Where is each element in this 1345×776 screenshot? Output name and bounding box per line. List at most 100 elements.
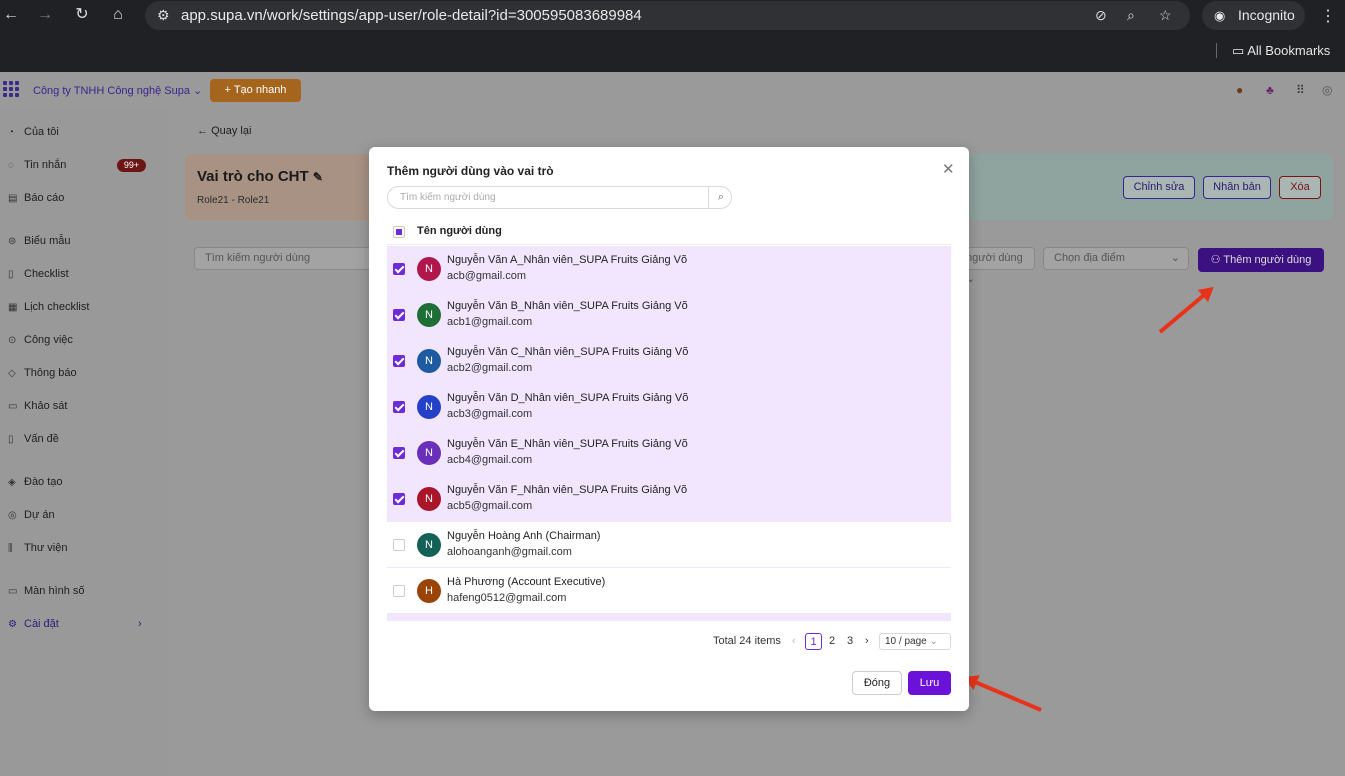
- avatar: N: [417, 441, 441, 465]
- close-icon[interactable]: ✕: [942, 160, 955, 178]
- monitor-icon: ▭: [8, 585, 18, 597]
- search-input[interactable]: Tìm kiếm người dùng: [194, 247, 374, 270]
- sidebar-item-label: Dự án: [24, 509, 55, 521]
- row-checkbox[interactable]: [393, 401, 405, 413]
- list-item[interactable]: N Nguyễn Văn B_Nhân viên_SUPA Fruits Giả…: [387, 292, 951, 338]
- back-link[interactable]: ← Quay lại: [197, 125, 251, 137]
- incognito-badge[interactable]: ◉ Incognito: [1202, 1, 1305, 30]
- eye-off-icon[interactable]: ⊘: [1095, 7, 1107, 24]
- prev-page-icon[interactable]: ‹: [792, 633, 796, 650]
- page-size-select[interactable]: 10 / page ⌄: [879, 633, 951, 650]
- orb-icon[interactable]: ●: [1236, 83, 1243, 97]
- edit-pencil-icon[interactable]: ✎: [313, 170, 323, 184]
- row-checkbox[interactable]: [393, 493, 405, 505]
- survey-icon: ▭: [8, 400, 18, 412]
- sidebar-item-settings[interactable]: ⚙ Cài đặt ›: [8, 614, 158, 634]
- edit-button[interactable]: Chỉnh sửa: [1123, 176, 1195, 199]
- sidebar-item-checklist[interactable]: ▯ Checklist: [8, 264, 69, 284]
- quick-create-button[interactable]: + Tạo nhanh: [210, 79, 301, 102]
- sidebar-item-projects[interactable]: ◎ Dự án: [8, 505, 55, 525]
- row-checkbox[interactable]: [393, 309, 405, 321]
- browser-menu-icon[interactable]: ⋮: [1320, 6, 1336, 26]
- company-selector[interactable]: Công ty TNHH Công nghệ Supa ⌄: [33, 84, 202, 97]
- incognito-label: Incognito: [1238, 7, 1295, 23]
- list-item[interactable]: N Nguyễn Văn A_Nhân viên_SUPA Fruits Giả…: [387, 246, 951, 292]
- modal-search-input[interactable]: Tìm kiếm người dùng ⌕: [387, 186, 732, 209]
- page-3[interactable]: 3: [847, 633, 853, 650]
- list-item[interactable]: [387, 614, 951, 621]
- sidebar-item-label: Thông báo: [24, 367, 77, 379]
- sidebar-item-issues[interactable]: ▯ Vấn đề: [8, 429, 59, 449]
- list-item[interactable]: N Nguyễn Văn C_Nhân viên_SUPA Fruits Giả…: [387, 338, 951, 384]
- save-button[interactable]: Lưu: [908, 671, 951, 695]
- location-label: Chọn địa điểm: [1054, 252, 1125, 264]
- close-button[interactable]: Đóng: [852, 671, 902, 695]
- select-all-checkbox[interactable]: [393, 226, 405, 238]
- search-icon[interactable]: ⌕: [708, 186, 733, 209]
- pagination: Total 24 items ‹ 1 2 3 › 10 / page ⌄: [713, 633, 953, 651]
- sidebar-item-training[interactable]: ◈ Đào tạo: [8, 472, 63, 492]
- plus-icon: +: [224, 84, 234, 96]
- bookmarks-divider: [1216, 43, 1217, 58]
- sidebar-item-tasks[interactable]: ⊙ Công việc: [8, 330, 73, 350]
- all-bookmarks[interactable]: ▭ All Bookmarks: [1232, 43, 1330, 59]
- user-email: acb5@gmail.com: [447, 500, 533, 512]
- quick-create-label: Tạo nhanh: [233, 84, 287, 96]
- site-info-icon[interactable]: ⚙: [157, 7, 170, 24]
- zoom-icon[interactable]: ⌕: [1127, 7, 1135, 24]
- reload-icon[interactable]: ↻: [71, 4, 93, 26]
- sidebar-item-surveys[interactable]: ▭ Khảo sát: [8, 396, 67, 416]
- sidebar-item-forms[interactable]: ⊜ Biểu mẫu: [8, 231, 70, 251]
- apps-logo-icon[interactable]: [3, 81, 21, 99]
- role-subtitle: Role21 - Role21: [197, 195, 270, 206]
- list-item[interactable]: N Nguyễn Văn F_Nhân viên_SUPA Fruits Giả…: [387, 476, 951, 522]
- forward-icon[interactable]: →: [34, 4, 56, 26]
- page-2[interactable]: 2: [829, 633, 835, 650]
- user-name: Nguyễn Văn B_Nhân viên_SUPA Fruits Giảng…: [447, 300, 688, 312]
- duplicate-button[interactable]: Nhân bản: [1203, 176, 1271, 199]
- checklist-icon: ▯: [8, 268, 14, 280]
- user-name: Nguyễn Văn F_Nhân viên_SUPA Fruits Giảng…: [447, 484, 688, 496]
- list-item[interactable]: N Nguyễn Văn E_Nhân viên_SUPA Fruits Giả…: [387, 430, 951, 476]
- avatar[interactable]: ◎: [1322, 83, 1332, 97]
- sidebar: ◔ Của tôi ◌ Tin nhắn 99+ ▤ Báo cáo ⊜ Biểu mẫ…: [0, 108, 167, 776]
- company-name: Công ty TNHH Công nghệ Supa: [33, 85, 190, 97]
- user-name: Nguyễn Hoàng Anh (Chairman): [447, 530, 601, 542]
- address-bar[interactable]: ⚙ app.supa.vn/work/settings/app-user/rol…: [145, 1, 1190, 30]
- sidebar-item-digital-screen[interactable]: ▭ Màn hình số: [8, 581, 85, 601]
- row-checkbox[interactable]: [393, 447, 405, 459]
- url-text[interactable]: app.supa.vn/work/settings/app-user/role-…: [181, 7, 642, 24]
- team-icon[interactable]: ♣: [1266, 83, 1274, 97]
- sidebar-item-notifications[interactable]: ◇ Thông báo: [8, 363, 77, 383]
- star-icon[interactable]: ☆: [1159, 7, 1172, 24]
- row-checkbox[interactable]: [393, 539, 405, 551]
- home-icon[interactable]: ⌂: [107, 4, 129, 26]
- add-user-label: Thêm người dùng: [1223, 254, 1312, 266]
- row-checkbox[interactable]: [393, 585, 405, 597]
- sidebar-item-label: Khảo sát: [24, 400, 68, 412]
- incognito-icon: ◉: [1214, 8, 1226, 23]
- sidebar-item-messages[interactable]: ◌ Tin nhắn: [8, 155, 66, 175]
- sidebar-item-checklist-calendar[interactable]: ▦ Lịch checklist: [8, 297, 89, 317]
- add-user-button[interactable]: ⚇ Thêm người dùng: [1198, 248, 1324, 272]
- grid-icon[interactable]: ⠿: [1296, 83, 1305, 97]
- list-item[interactable]: N Nguyễn Hoàng Anh (Chairman) alohoangan…: [387, 522, 951, 568]
- list-item[interactable]: N Nguyễn Văn D_Nhân viên_SUPA Fruits Giả…: [387, 384, 951, 430]
- location-select[interactable]: Chọn địa điểm ⌄: [1043, 247, 1189, 270]
- row-checkbox[interactable]: [393, 355, 405, 367]
- row-checkbox[interactable]: [393, 263, 405, 275]
- page-title: Vai trò cho CHT ✎: [197, 168, 323, 185]
- sidebar-item-library[interactable]: ⫼ Thư viện: [8, 538, 67, 558]
- next-page-icon[interactable]: ›: [865, 633, 869, 650]
- total-items: Total 24 items: [713, 635, 781, 647]
- sidebar-item-mine[interactable]: ◔ Của tôi: [8, 122, 59, 142]
- back-icon[interactable]: ←: [0, 4, 22, 26]
- sidebar-item-label: Công việc: [24, 334, 73, 346]
- delete-button[interactable]: Xóa: [1279, 176, 1321, 199]
- user-name: Nguyễn Văn E_Nhân viên_SUPA Fruits Giảng…: [447, 438, 688, 450]
- page-1[interactable]: 1: [805, 633, 822, 650]
- sidebar-item-label: Màn hình số: [24, 585, 85, 597]
- sidebar-item-reports[interactable]: ▤ Báo cáo: [8, 188, 64, 208]
- sidebar-item-label: Lịch checklist: [24, 301, 90, 313]
- list-item[interactable]: H Hà Phương (Account Executive) hafeng05…: [387, 568, 951, 614]
